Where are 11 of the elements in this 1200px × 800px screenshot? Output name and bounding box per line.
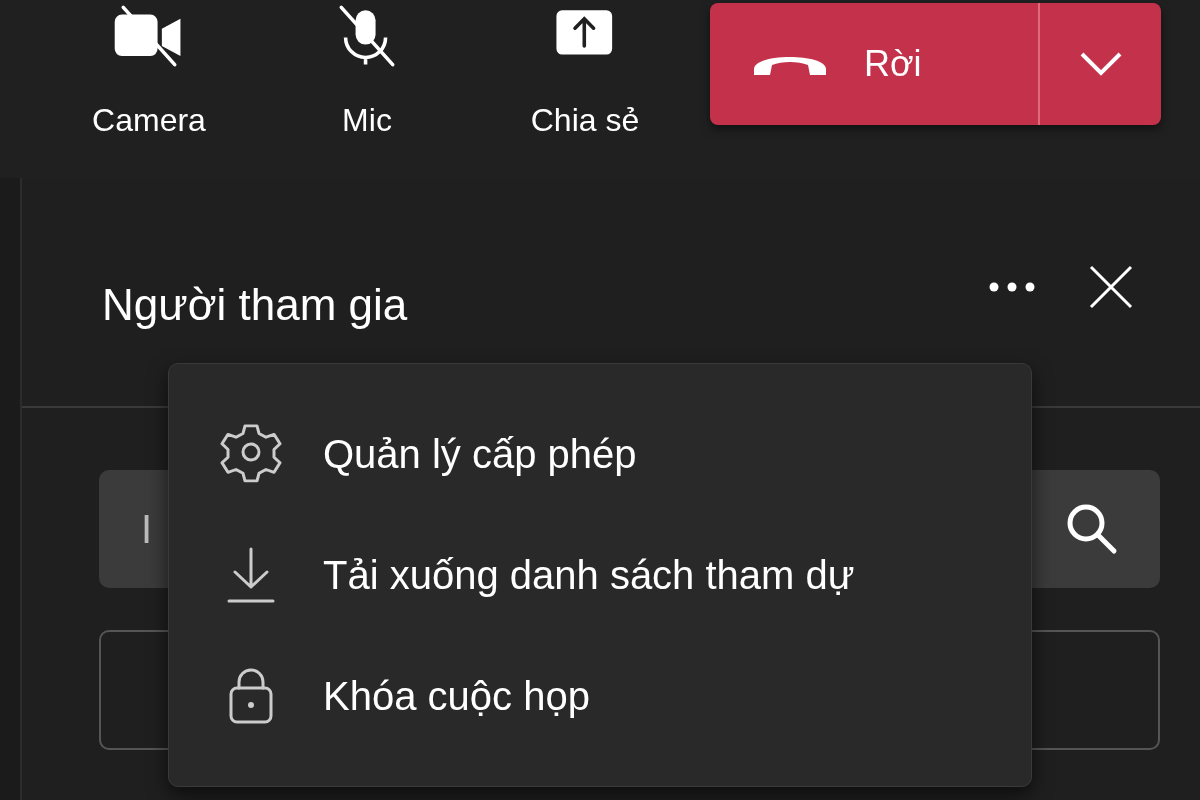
toolbar-button[interactable]: Mic <box>258 0 476 150</box>
settings-icon <box>219 424 283 484</box>
toolbar-button[interactable]: Camera <box>40 0 258 150</box>
menu-item[interactable]: Khóa cuộc họp <box>169 646 1031 746</box>
close-icon <box>1088 264 1134 310</box>
leave-button[interactable]: Rời <box>710 3 1040 125</box>
toolbar-button[interactable]: Chia sẻ <box>476 0 694 150</box>
caret-icon <box>1078 51 1123 77</box>
more-icon <box>988 281 1036 293</box>
menu-item[interactable]: Quản lý cấp phép <box>169 404 1031 504</box>
panel-title: Người tham gia <box>102 279 409 330</box>
